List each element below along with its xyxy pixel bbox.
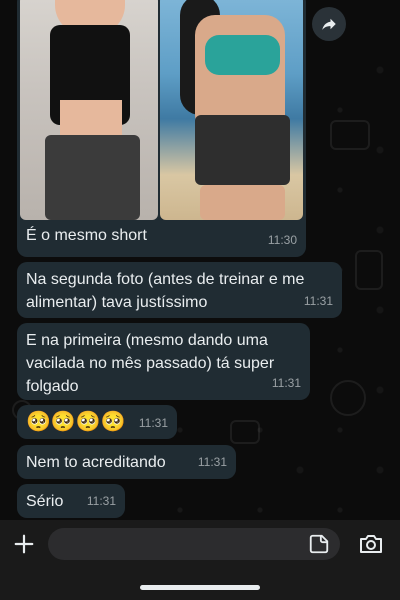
message-bubble[interactable]: Na segunda foto (antes de treinar e me a… bbox=[17, 262, 342, 318]
photo-figure-legs bbox=[200, 185, 285, 220]
forward-button[interactable] bbox=[312, 7, 346, 41]
camera-icon bbox=[360, 535, 382, 553]
message-text: É o mesmo short bbox=[26, 227, 147, 244]
message-input[interactable] bbox=[48, 528, 340, 560]
wallpaper-doodle bbox=[230, 420, 260, 444]
sticker-button[interactable] bbox=[308, 533, 330, 555]
wallpaper-doodle bbox=[330, 120, 370, 150]
message-time: 11:31 bbox=[303, 294, 333, 308]
chat-area: É o mesmo short 11:30 Na segunda foto (a… bbox=[0, 0, 400, 520]
message-time: 11:31 bbox=[86, 494, 116, 508]
home-indicator[interactable] bbox=[140, 585, 260, 590]
message-time: 11:31 bbox=[138, 416, 168, 430]
message-time: 11:31 bbox=[197, 455, 227, 469]
message-text: Na segunda foto (antes de treinar e me a… bbox=[26, 271, 305, 311]
plus-icon bbox=[14, 534, 34, 554]
wallpaper-doodle bbox=[330, 380, 366, 416]
forward-icon bbox=[322, 18, 336, 30]
sticker-icon bbox=[309, 534, 329, 554]
photo-after[interactable] bbox=[160, 0, 303, 220]
message-bubble[interactable]: Sério 11:31 bbox=[17, 484, 125, 518]
message-time: 11:30 bbox=[267, 233, 297, 247]
message-bubble[interactable]: 🥺🥺🥺🥺 11:31 bbox=[17, 405, 177, 439]
message-time: 11:31 bbox=[271, 376, 301, 390]
photo-figure-shorts bbox=[195, 115, 290, 185]
camera-button[interactable] bbox=[358, 532, 384, 556]
message-bubble[interactable]: E na primeira (mesmo dando uma vacilada … bbox=[17, 323, 310, 400]
image-message[interactable]: É o mesmo short 11:30 bbox=[17, 0, 306, 257]
message-text: E na primeira (mesmo dando uma vacilada … bbox=[26, 332, 275, 395]
message-bubble[interactable]: Nem to acreditando 11:31 bbox=[17, 445, 236, 479]
photo-figure-shorts bbox=[45, 135, 140, 220]
photo-figure-bikini bbox=[205, 35, 280, 75]
message-text: Nem to acreditando bbox=[26, 454, 166, 471]
wallpaper-doodle bbox=[355, 250, 383, 290]
photo-before[interactable] bbox=[20, 0, 158, 220]
photo-figure-waist bbox=[60, 100, 122, 140]
attach-button[interactable] bbox=[12, 532, 36, 556]
